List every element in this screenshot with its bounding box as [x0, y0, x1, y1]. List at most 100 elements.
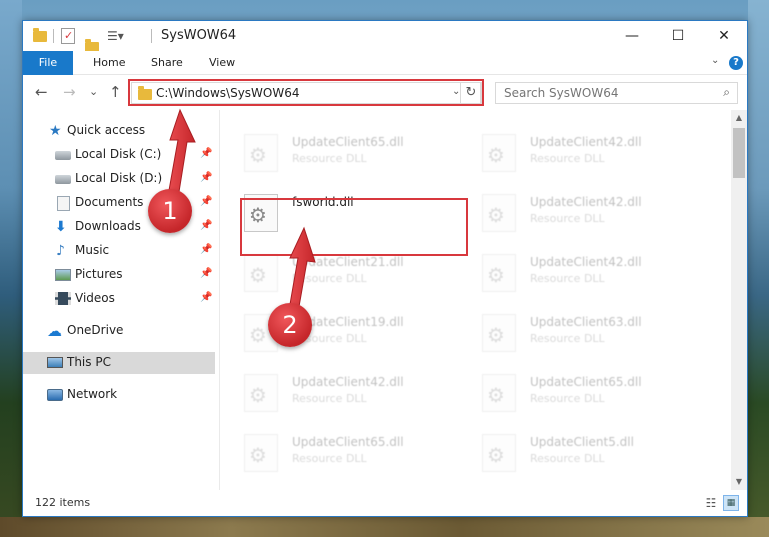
file-type: Resource DLL — [292, 272, 367, 285]
file-name: UpdateClient65.dll — [292, 135, 404, 149]
pin-icon[interactable]: 📌 — [200, 220, 212, 231]
sidebar-item-label: Documents — [75, 195, 144, 209]
file-list: ⚙ UpdateClient65.dll Resource DLL ⚙ Upda… — [220, 110, 731, 490]
recent-locations-button[interactable]: ⌄ — [89, 84, 98, 100]
drive-icon — [55, 148, 71, 162]
refresh-button[interactable]: ↻ — [460, 82, 482, 104]
navigation-pane: ★ Quick access Local Disk (C:) 📌 Local D… — [23, 110, 219, 490]
item-count: 122 items — [35, 496, 91, 509]
pin-icon[interactable]: 📌 — [200, 244, 212, 255]
documents-icon — [55, 196, 71, 211]
details-view-icon[interactable]: ☷ — [703, 495, 719, 511]
customize-quick-access-icon[interactable]: ☰▾ — [107, 29, 124, 45]
pin-icon[interactable]: 📌 — [200, 268, 212, 279]
divider — [53, 29, 54, 43]
address-bar[interactable]: C:\Windows\SysWOW64 ⌄ — [131, 82, 481, 104]
forward-button[interactable]: → — [63, 84, 76, 100]
sidebar-item-label: Pictures — [75, 267, 123, 281]
videos-icon — [55, 292, 71, 306]
tab-share[interactable]: Share — [151, 51, 183, 75]
file-item[interactable]: ⚙ UpdateClient65.dll Resource DLL — [482, 368, 720, 418]
scroll-up-icon[interactable]: ▲ — [731, 110, 747, 126]
sidebar-item-onedrive[interactable]: ☁ OneDrive — [23, 320, 215, 342]
search-box[interactable]: ⌕ — [495, 82, 738, 104]
file-type: Resource DLL — [530, 152, 605, 165]
file-name: UpdateClient21.dll — [292, 255, 404, 269]
help-icon[interactable]: ? — [729, 56, 743, 70]
file-name: UpdateClient65.dll — [530, 375, 642, 389]
sidebar-item-videos[interactable]: Videos 📌 — [23, 288, 215, 310]
vertical-scrollbar[interactable]: ▲ ▼ — [731, 110, 747, 490]
file-type: Resource DLL — [530, 392, 605, 405]
sidebar-item-music[interactable]: ♪ Music 📌 — [23, 240, 215, 262]
file-type: Resource DLL — [530, 452, 605, 465]
file-item[interactable]: ⚙ UpdateClient42.dll Resource DLL — [482, 188, 720, 238]
divider — [151, 29, 152, 43]
file-name: fsworld.dll — [292, 195, 354, 209]
dll-file-icon: ⚙ — [244, 434, 278, 472]
sidebar-item-label: Network — [67, 387, 118, 401]
dll-file-icon: ⚙ — [244, 254, 278, 292]
large-icons-view-icon[interactable]: ▦ — [723, 495, 739, 511]
file-name: UpdateClient42.dll — [292, 375, 404, 389]
sidebar-item-this-pc[interactable]: This PC — [23, 352, 215, 374]
computer-icon — [47, 356, 63, 370]
file-item[interactable]: ⚙ UpdateClient42.dll Resource DLL — [244, 368, 482, 418]
pin-icon[interactable]: 📌 — [200, 292, 212, 303]
expand-ribbon-icon[interactable]: ⌄ — [711, 55, 719, 66]
folder-icon — [138, 86, 152, 100]
dll-file-icon: ⚙ — [482, 254, 516, 292]
file-item[interactable]: ⚙ UpdateClient21.dll Resource DLL — [244, 248, 482, 298]
pin-icon[interactable]: 📌 — [200, 196, 212, 207]
file-item[interactable]: ⚙ UpdateClient42.dll Resource DLL — [482, 248, 720, 298]
sidebar-item-label: This PC — [67, 355, 111, 369]
file-item[interactable]: ⚙ UpdateClient63.dll Resource DLL — [482, 308, 720, 358]
close-button[interactable]: ✕ — [701, 21, 747, 51]
dll-file-icon: ⚙ — [482, 134, 516, 172]
file-item[interactable]: ⚙ UpdateClient65.dll Resource DLL — [244, 128, 482, 178]
dll-file-icon: ⚙ — [244, 374, 278, 412]
back-button[interactable]: ← — [35, 84, 48, 100]
up-button[interactable]: ↑ — [109, 84, 122, 100]
tab-file[interactable]: File — [23, 51, 73, 75]
dll-file-icon: ⚙ — [244, 194, 278, 232]
ribbon-tabs: File Home Share View ⌄ ? — [23, 51, 747, 75]
dll-file-icon: ⚙ — [244, 134, 278, 172]
sidebar-item-label: Quick access — [67, 123, 146, 137]
file-name: UpdateClient5.dll — [530, 435, 634, 449]
drive-icon — [55, 172, 71, 186]
minimize-button[interactable]: — — [609, 21, 655, 51]
file-name: UpdateClient63.dll — [530, 315, 642, 329]
cloud-icon: ☁ — [47, 322, 62, 340]
file-type: Resource DLL — [530, 332, 605, 345]
file-item[interactable]: ⚙ UpdateClient65.dll Resource DLL — [244, 428, 482, 478]
tab-view[interactable]: View — [209, 51, 235, 75]
window-title: SysWOW64 — [161, 28, 237, 43]
network-icon — [47, 388, 63, 402]
callout-step-2: 2 — [268, 303, 312, 347]
sidebar-item-network[interactable]: Network — [23, 384, 215, 406]
file-type: Resource DLL — [292, 452, 367, 465]
pin-icon[interactable]: 📌 — [200, 172, 212, 183]
scroll-down-icon[interactable]: ▼ — [731, 474, 747, 490]
sidebar-item-pictures[interactable]: Pictures 📌 — [23, 264, 215, 286]
pin-icon[interactable]: 📌 — [200, 148, 212, 159]
search-input[interactable] — [504, 83, 714, 103]
sidebar-item-label: Music — [75, 243, 110, 257]
address-path: C:\Windows\SysWOW64 — [156, 86, 300, 100]
dll-file-icon: ⚙ — [482, 374, 516, 412]
tab-home[interactable]: Home — [93, 51, 125, 75]
sidebar-item-local-disk-d[interactable]: Local Disk (D:) 📌 — [23, 168, 215, 190]
file-item[interactable]: ⚙ UpdateClient5.dll Resource DLL — [482, 428, 720, 478]
properties-icon[interactable]: ✓ — [61, 28, 75, 44]
file-item-fsworld[interactable]: ⚙ fsworld.dll — [244, 188, 482, 238]
scrollbar-thumb[interactable] — [733, 128, 745, 178]
search-icon[interactable]: ⌕ — [723, 85, 730, 100]
download-icon: ⬇ — [55, 219, 67, 235]
maximize-button[interactable]: ☐ — [655, 21, 701, 51]
sidebar-item-quick-access[interactable]: ★ Quick access — [23, 120, 215, 142]
file-item[interactable]: ⚙ UpdateClient42.dll Resource DLL — [482, 128, 720, 178]
dll-file-icon: ⚙ — [482, 434, 516, 472]
file-explorer-window: ✓ ☰▾ SysWOW64 — ☐ ✕ File Home Share View… — [22, 20, 748, 517]
sidebar-item-local-disk-c[interactable]: Local Disk (C:) 📌 — [23, 144, 215, 166]
